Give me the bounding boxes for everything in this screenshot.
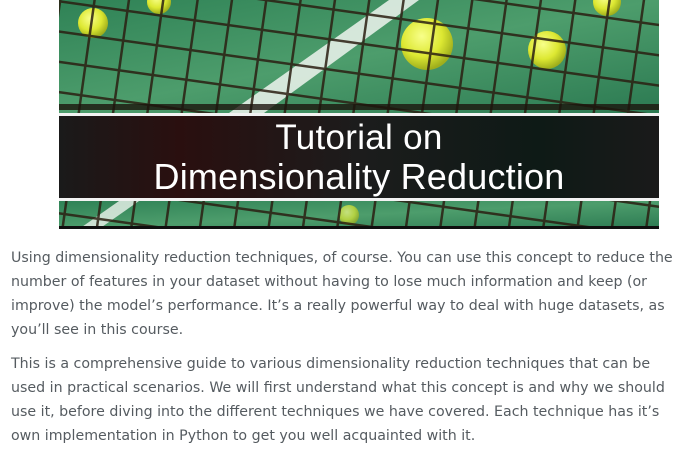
course-hero-image: Tutorial on Dimensionality Reduction bbox=[59, 0, 659, 229]
banner-title-line-2: Dimensionality Reduction bbox=[153, 156, 565, 197]
description-paragraph-2: This is a comprehensive guide to various… bbox=[11, 356, 665, 444]
course-description: Using dimensionality reduction technique… bbox=[11, 246, 683, 458]
description-paragraph-1: Using dimensionality reduction technique… bbox=[11, 250, 673, 338]
course-title-banner: Tutorial on Dimensionality Reduction bbox=[59, 113, 659, 201]
banner-title-line-1: Tutorial on bbox=[275, 118, 443, 157]
